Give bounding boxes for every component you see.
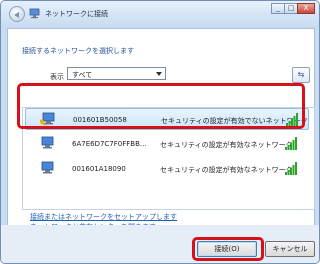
filter-select[interactable]: すべて <box>67 67 166 80</box>
button-bar: 接続(O) キャンセル <box>1 225 319 263</box>
close-button[interactable]: X <box>297 3 315 14</box>
network-row[interactable]: 6A7E6D7C7F0FFBB... セキュリティの設定が有効なネットワーク <box>25 133 309 155</box>
filter-label: 表示 <box>50 73 64 81</box>
window-controls: _ □ X <box>271 3 315 14</box>
network-ssid: 6A7E6D7C7F0FFBB... <box>72 140 147 148</box>
network-ssid: 001601A18090 <box>72 165 126 173</box>
network-security: セキュリティの設定が有効なネットワーク <box>160 166 293 174</box>
network-icon <box>29 8 40 19</box>
cancel-button[interactable]: キャンセル <box>265 241 315 257</box>
filter-value: すべて <box>72 71 93 79</box>
network-row[interactable]: 001601A18090 セキュリティの設定が有効なネットワーク <box>25 158 309 180</box>
minimize-button[interactable]: _ <box>271 3 285 14</box>
network-security: セキュリティの設定が有効なネットワーク <box>160 141 293 149</box>
back-button[interactable] <box>9 6 25 22</box>
chevron-down-icon <box>156 72 162 76</box>
signal-strength-icon <box>285 137 297 150</box>
maximize-button[interactable]: □ <box>284 3 298 14</box>
refresh-icon: ⇆ <box>297 70 305 79</box>
title-bar: ネットワークに接続 _ □ X <box>1 1 319 27</box>
signal-strength-icon <box>285 162 297 175</box>
secured-network-icon <box>41 161 54 174</box>
window-title: ネットワークに接続 <box>45 10 108 18</box>
refresh-button[interactable]: ⇆ <box>292 67 310 83</box>
page-heading: 接続するネットワークを選択します <box>22 47 134 55</box>
connect-to-network-window: ネットワークに接続 _ □ X 接続するネットワークを選択します 表示 すべて … <box>0 0 320 264</box>
highlight-annotation <box>192 237 264 261</box>
highlight-annotation <box>17 83 305 129</box>
secured-network-icon <box>41 136 54 149</box>
setup-connection-link[interactable]: 接続またはネットワークをセットアップします <box>30 212 177 222</box>
